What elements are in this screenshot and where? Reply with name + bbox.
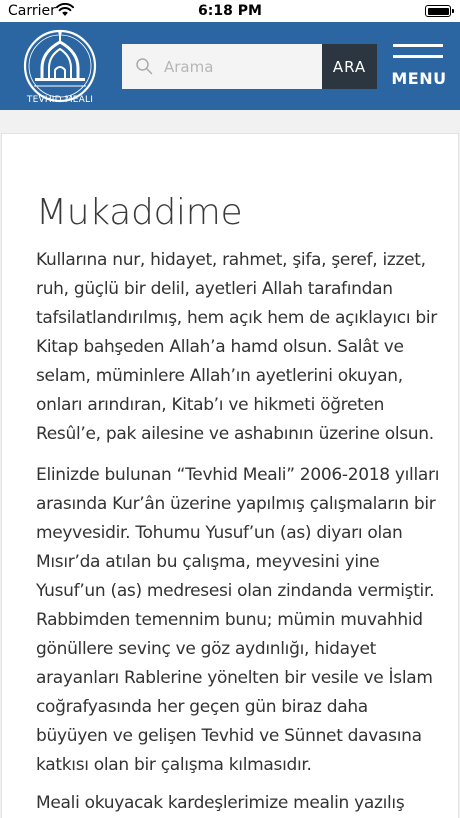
paragraph-2: Elinizde bulunan “Tevhid Meali” 2006-201… bbox=[36, 461, 440, 780]
status-time: 6:18 PM bbox=[198, 3, 262, 19]
paragraph-line: büyüyen ve gelişen Tevhid ve Sünnet dava… bbox=[36, 726, 422, 746]
paragraph-line: selam, müminlere Allah’ın ayetlerini oku… bbox=[36, 366, 403, 386]
paragraph-1: Kullarına nur, hidayet, rahmet, şifa, şe… bbox=[36, 246, 437, 449]
paragraph-line: Meali okuyacak kardeşlerimize mealin yaz… bbox=[36, 793, 405, 813]
status-bar: Carrier 6:18 PM bbox=[0, 0, 460, 22]
paragraph-line: Kitap bahşeden Allah’a hamd olsun. Salât… bbox=[36, 337, 404, 357]
paragraph-line: arasında Kur’ân üzerine yapılmış çalışma… bbox=[36, 494, 436, 514]
paragraph-line: Yusuf’un (as) medresesi olan zindanda ve… bbox=[36, 581, 435, 601]
battery-icon bbox=[425, 5, 454, 17]
paragraph-line: tafsilatlandırılmış, hem açık hem de açı… bbox=[36, 308, 437, 328]
paragraph-line: meyvesidir. Tohumu Yusuf’un (as) diyarı … bbox=[36, 523, 403, 543]
paragraph-line: Elinizde bulunan “Tevhid Meali” 2006-201… bbox=[36, 465, 440, 485]
app-header: TEVHID MEALI ARA MENU bbox=[0, 22, 460, 110]
logo-text: TEVHID MEALI bbox=[26, 95, 94, 105]
paragraph-line: coğrafyasında her geçen gün biraz daha bbox=[36, 697, 368, 717]
paragraph-line: Rabbimden temennim bunu; mümin muvahhid bbox=[36, 610, 423, 630]
menu-button[interactable]: MENU bbox=[388, 42, 450, 92]
paragraph-line: gönüllere sevinç ve göz aydınlığı, hiday… bbox=[36, 639, 377, 659]
article-card: Mukaddime Kullarına nur, hidayet, rahmet… bbox=[1, 133, 459, 818]
page-title: Mukaddime bbox=[36, 192, 243, 233]
paragraph-line: katkısı olan bir çalışma kılmasıdır. bbox=[36, 755, 312, 775]
paragraph-line: arayanları Rablerine yönelten bir vesile… bbox=[36, 668, 433, 688]
paragraph-line: onları arındıran, Kitab’ı ve hikmeti öğr… bbox=[36, 395, 385, 415]
search-icon bbox=[136, 58, 153, 75]
paragraph-line: Resûl’e, pak ailesine ve ashabının üzeri… bbox=[36, 424, 434, 444]
search-input[interactable] bbox=[164, 44, 314, 89]
paragraph-line: ruh, güçlü bir delil, ayetleri Allah tar… bbox=[36, 279, 393, 299]
paragraph-line: Kullarına nur, hidayet, rahmet, şifa, şe… bbox=[36, 250, 426, 270]
menu-label: MENU bbox=[391, 69, 447, 88]
paragraph-3: Meali okuyacak kardeşlerimize mealin yaz… bbox=[36, 789, 436, 818]
paragraph-line: Mısır’da atılan bu çalışma, meyvesini yi… bbox=[36, 552, 380, 572]
search-box bbox=[122, 44, 322, 89]
search-button[interactable]: ARA bbox=[322, 44, 377, 89]
